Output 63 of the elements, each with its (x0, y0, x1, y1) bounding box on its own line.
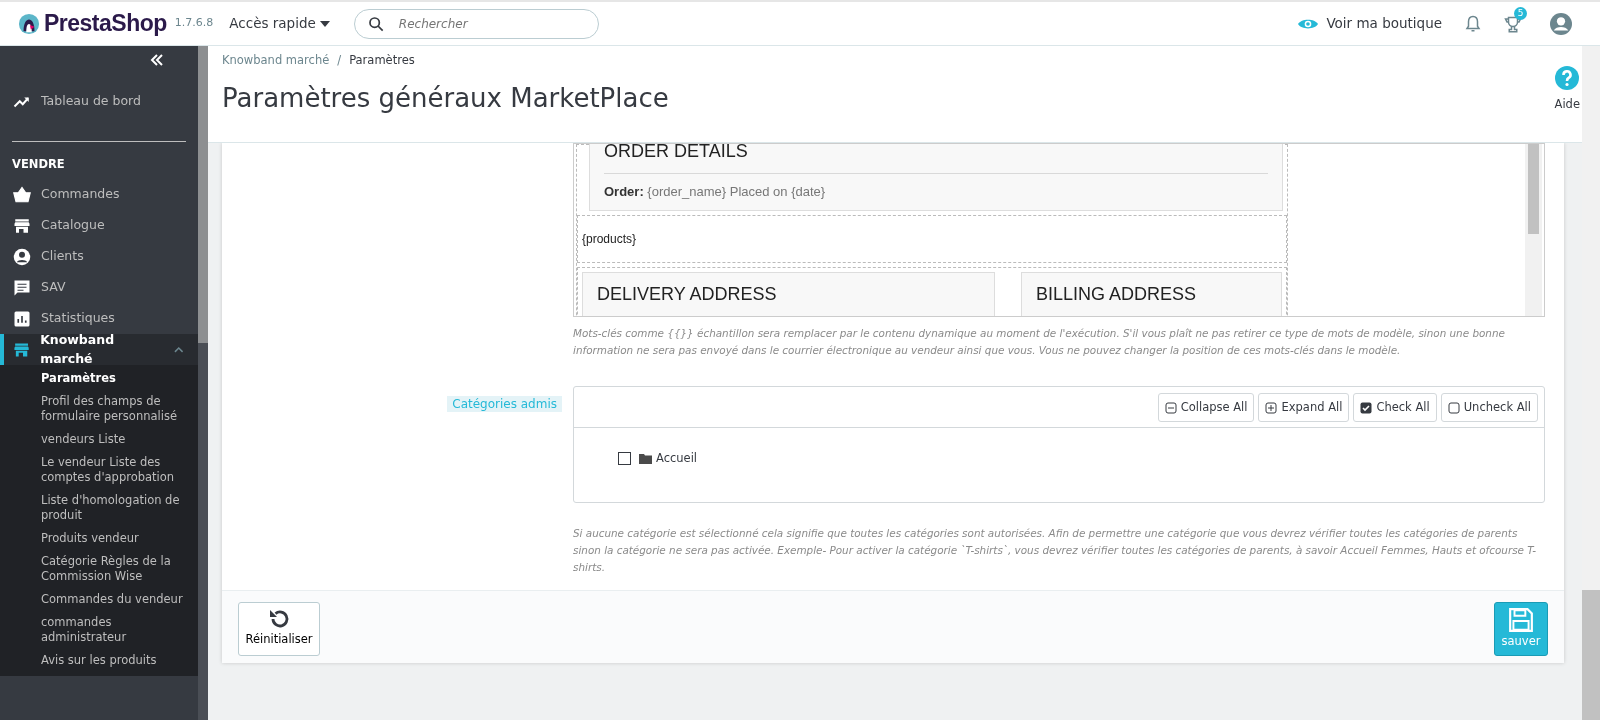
checkbox[interactable] (618, 452, 631, 466)
help-text: Mots-clés comme {{}} échantillon sera remplacer par le contenu dynamique au moment de l'exécution. S'il vous plaît ne pas retirer ce type de mots de modèle, sinon une bonne information ne sera pas envoyé dans le courrier électronique au vendeur ainsi que vous. Vous ne pouvez changer la position de ces mots-clés dans le modèle. (573, 326, 1506, 358)
sidebar-item[interactable]: SAV (0, 272, 198, 304)
submenu-item[interactable]: Paramètres (41, 367, 186, 391)
section-heading: VENDRE (11, 156, 66, 173)
help-text: Si aucune catégorie est sélectionné cela signifie que toutes les catégories sont autorisées. Afin de permettre une catégorie que vous devrez vérifier toutes les catégories de parents sinon la catégorie ne sera pas activée. Exemple- Pour activer la catégorie `T-shirts`, vous devrez vérifier toutes les catégories de parents, à savoir Accueil Femmes, Hauts et ofcourse T-shirts. (573, 526, 1537, 575)
toolbar-button[interactable]: Check All (1353, 393, 1437, 423)
help-button[interactable]: Aide (1554, 66, 1580, 114)
submenu-item[interactable]: Produits vendeur (41, 527, 186, 551)
section-heading: BILLING ADDRESS (1035, 280, 1267, 316)
scrollbar[interactable] (198, 46, 208, 720)
store-icon (13, 216, 31, 235)
caret-icon (319, 20, 330, 27)
breadcrumb-link[interactable]: Paramètres (349, 52, 415, 70)
tree-item[interactable]: Accueil (656, 450, 698, 468)
square-icon (1447, 401, 1460, 414)
toolbar-button[interactable]: Expand All (1258, 393, 1350, 423)
submenu-item[interactable]: Avis sur les produits (41, 649, 186, 673)
sidebar-item[interactable]: Clients (0, 241, 198, 273)
plus-square-icon (1265, 401, 1278, 414)
basket-icon (13, 185, 31, 204)
collapse-chevrons-icon[interactable] (150, 54, 164, 66)
sidebar-item[interactable]: Statistiques (0, 303, 198, 335)
chat-icon (13, 278, 31, 297)
view-shop-link[interactable]: Voir ma boutique (1298, 13, 1442, 34)
toolbar-button[interactable]: Uncheck All (1440, 393, 1538, 423)
brand-logo[interactable]: PrestaShop (44, 6, 167, 41)
scrollbar[interactable] (1525, 144, 1542, 316)
bell-icon[interactable] (1464, 13, 1482, 34)
breadcrumb-link[interactable]: Knowband marché (222, 52, 330, 70)
version-label: 1.7.6.8 (174, 15, 214, 32)
penguin-logo-icon (18, 12, 40, 35)
reset-button[interactable]: Réinitialiser (238, 602, 320, 656)
sidebar-item[interactable]: Commandes (0, 179, 198, 211)
sidebar-item[interactable]: Tableau de bord (0, 86, 198, 117)
section-heading: ORDER DETAILS (604, 144, 1268, 174)
submenu-item[interactable]: Profil des champs de formulaire personnalisé (41, 390, 186, 429)
quick-access-dropdown[interactable]: Accès rapide (229, 13, 330, 34)
search-field[interactable]: Rechercher (353, 8, 599, 39)
submenu-item[interactable]: Le vendeur Liste des comptes d'approbation (41, 451, 186, 490)
section-heading: DELIVERY ADDRESS (597, 280, 980, 316)
chart-icon (13, 309, 31, 328)
chevron-up-icon (174, 346, 184, 354)
minus-square-icon (1164, 401, 1177, 414)
submenu-item[interactable]: Liste d'homologation de produit (41, 489, 186, 528)
submenu-item[interactable]: Commandes du vendeur (41, 588, 186, 612)
submenu-item[interactable]: commandes administrateur (41, 611, 186, 650)
sidebar-item[interactable]: Knowband marché (0, 334, 198, 366)
breadcrumb-separator: / (337, 52, 342, 69)
folder-icon (639, 453, 652, 465)
products-placeholder-field: {products} (577, 214, 1287, 263)
notification-badge: 5 (1514, 6, 1527, 20)
field-label: Catégories admis (447, 396, 562, 412)
order-line: Order: {order_name} Placed on {date} (604, 183, 827, 201)
sidebar-item[interactable]: Catalogue (0, 210, 198, 242)
trophy-icon[interactable] (1504, 14, 1522, 35)
toolbar-button[interactable]: Collapse All (1157, 393, 1255, 423)
checked-square-icon (1360, 401, 1373, 414)
submenu-item[interactable]: vendeurs Liste (41, 428, 186, 452)
user-icon (13, 247, 31, 266)
page-title: Paramètres généraux MarketPlace (222, 82, 669, 116)
submenu-item[interactable]: Catégorie Règles de la Commission Wise (41, 550, 186, 589)
avatar-icon[interactable] (1550, 12, 1572, 35)
